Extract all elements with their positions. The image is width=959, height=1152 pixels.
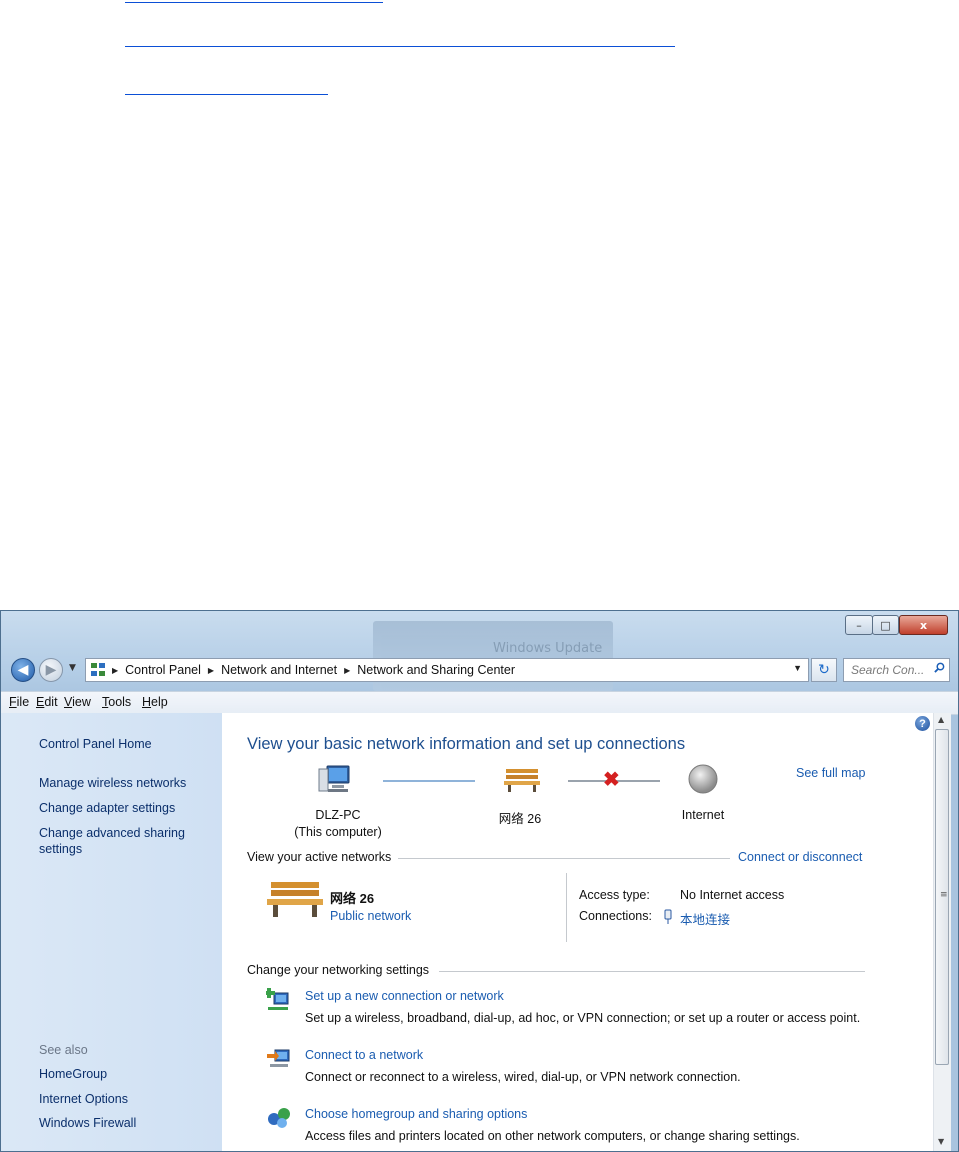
title-bar: Windows Update – □ x bbox=[1, 611, 958, 691]
menu-file[interactable]: File bbox=[9, 695, 29, 709]
see-full-map-link[interactable]: See full map bbox=[796, 766, 865, 780]
computer-icon[interactable] bbox=[317, 763, 351, 795]
menu-label: dit bbox=[44, 695, 58, 709]
see-also-heading: See also bbox=[39, 1043, 88, 1057]
minimize-button[interactable]: – bbox=[845, 615, 873, 635]
refresh-button[interactable]: ↻ bbox=[811, 658, 837, 682]
local-connection-link[interactable]: 本地连接 bbox=[680, 909, 730, 928]
help-icon[interactable]: ? bbox=[915, 716, 930, 731]
new-connection-icon bbox=[266, 988, 289, 1010]
network-center-icon bbox=[91, 663, 105, 676]
network-bench-icon bbox=[267, 882, 323, 917]
document-link-1[interactable] bbox=[125, 2, 383, 3]
change-adapter-settings-link[interactable]: Change adapter settings bbox=[39, 801, 175, 815]
control-panel-home-link[interactable]: Control Panel Home bbox=[39, 737, 152, 751]
search-icon[interactable] bbox=[934, 662, 945, 673]
back-button[interactable]: ◀ bbox=[11, 658, 35, 682]
internet-globe-icon[interactable] bbox=[688, 764, 718, 794]
scroll-down-arrow-icon[interactable]: ▼ bbox=[938, 1137, 944, 1146]
search-input[interactable]: Search Con... bbox=[843, 658, 950, 682]
navigation-row: ◀ ▶ ▼ ▶ Control Panel ▶ Network and Inte… bbox=[1, 653, 958, 685]
refresh-icon: ↻ bbox=[818, 662, 830, 678]
scroll-up-arrow-icon[interactable]: ▲ bbox=[938, 715, 944, 724]
breadcrumb-arrow-icon[interactable]: ▶ bbox=[344, 666, 350, 675]
menu-label: iew bbox=[72, 695, 91, 709]
menu-edit[interactable]: Edit bbox=[36, 695, 58, 709]
network-sharing-window: Windows Update – □ x ◀ ▶ ▼ ▶ Control Pan… bbox=[0, 610, 959, 1152]
breadcrumb-arrow-icon: ▶ bbox=[112, 665, 119, 675]
recent-pages-dropdown[interactable]: ▼ bbox=[69, 663, 76, 673]
map-link-line bbox=[383, 780, 475, 782]
menu-view[interactable]: View bbox=[64, 695, 91, 709]
ethernet-connection-icon bbox=[664, 909, 672, 924]
internet-options-link[interactable]: Internet Options bbox=[39, 1092, 128, 1106]
access-type-value: No Internet access bbox=[680, 888, 785, 902]
computer-subtitle: (This computer) bbox=[294, 825, 382, 839]
search-placeholder: Search Con... bbox=[851, 663, 925, 677]
access-type-label: Access type: bbox=[579, 888, 650, 902]
window-body: Control Panel Home Manage wireless netwo… bbox=[1, 713, 958, 1151]
grip-icon: ≡ bbox=[940, 890, 948, 900]
maximize-button[interactable]: □ bbox=[872, 615, 899, 635]
breadcrumb-control-panel[interactable]: Control Panel bbox=[125, 663, 201, 677]
network-name: 网络 26 bbox=[498, 812, 542, 826]
connect-to-network-link[interactable]: Connect to a network bbox=[305, 1048, 423, 1062]
main-content: ? View your basic network information an… bbox=[222, 713, 933, 1151]
close-button[interactable]: x bbox=[899, 615, 948, 635]
internet-label: Internet bbox=[681, 808, 725, 822]
forward-arrow-icon: ▶ bbox=[45, 662, 57, 678]
setup-connection-link[interactable]: Set up a new connection or network bbox=[305, 989, 504, 1003]
menu-label: ools bbox=[108, 695, 132, 709]
connect-network-icon bbox=[267, 1049, 290, 1067]
homegroup-sharing-icon bbox=[268, 1108, 290, 1128]
menu-label: ile bbox=[16, 695, 30, 709]
network-type-link[interactable]: Public network bbox=[330, 909, 411, 923]
active-networks-label: View your active networks bbox=[247, 850, 392, 864]
document-link-3[interactable] bbox=[125, 94, 328, 95]
vertical-divider bbox=[566, 873, 567, 942]
computer-name: DLZ-PC bbox=[315, 808, 361, 822]
active-network-name: 网络 26 bbox=[330, 891, 375, 906]
homegroup-link[interactable]: HomeGroup bbox=[39, 1067, 107, 1081]
menu-help[interactable]: Help bbox=[142, 695, 168, 709]
section-divider bbox=[398, 858, 730, 859]
left-task-pane: Control Panel Home Manage wireless netwo… bbox=[1, 713, 222, 1151]
homegroup-sharing-link[interactable]: Choose homegroup and sharing options bbox=[305, 1107, 527, 1121]
homegroup-sharing-desc: Access files and printers located on oth… bbox=[305, 1129, 800, 1143]
manage-wireless-networks-link[interactable]: Manage wireless networks bbox=[39, 776, 186, 790]
connect-or-disconnect-link[interactable]: Connect or disconnect bbox=[738, 850, 862, 864]
breadcrumb-network-internet[interactable]: Network and Internet bbox=[221, 663, 337, 677]
back-arrow-icon: ◀ bbox=[17, 662, 29, 678]
breadcrumb-arrow-icon[interactable]: ▶ bbox=[208, 666, 214, 675]
setup-connection-desc: Set up a wireless, broadband, dial-up, a… bbox=[305, 1011, 861, 1025]
breadcrumb-network-sharing-center[interactable]: Network and Sharing Center bbox=[357, 663, 515, 677]
scrollbar-thumb[interactable]: ≡ bbox=[935, 729, 949, 1065]
connections-label: Connections: bbox=[579, 909, 652, 923]
change-advanced-sharing-link[interactable]: Change advanced sharing bbox=[39, 826, 185, 840]
menu-tools[interactable]: Tools bbox=[102, 695, 131, 709]
change-advanced-sharing-link-cont[interactable]: settings bbox=[39, 842, 82, 856]
vertical-scrollbar[interactable]: ▲ ≡ ▼ bbox=[933, 713, 951, 1151]
change-settings-label: Change your networking settings bbox=[247, 963, 430, 977]
windows-firewall-link[interactable]: Windows Firewall bbox=[39, 1116, 136, 1130]
address-dropdown-icon[interactable]: ▼ bbox=[793, 663, 802, 673]
section-divider bbox=[439, 971, 865, 972]
menu-bar: File Edit View Tools Help bbox=[1, 691, 958, 715]
document-link-2[interactable] bbox=[125, 46, 675, 47]
no-connection-x-icon: ✖ bbox=[603, 769, 620, 791]
network-bench-icon[interactable] bbox=[504, 767, 540, 793]
menu-label: elp bbox=[151, 695, 168, 709]
page-title: View your basic network information and … bbox=[247, 735, 686, 753]
address-bar[interactable]: ▶ Control Panel ▶ Network and Internet ▶… bbox=[85, 658, 809, 682]
connect-to-network-desc: Connect or reconnect to a wireless, wire… bbox=[305, 1070, 741, 1084]
forward-button[interactable]: ▶ bbox=[39, 658, 63, 682]
